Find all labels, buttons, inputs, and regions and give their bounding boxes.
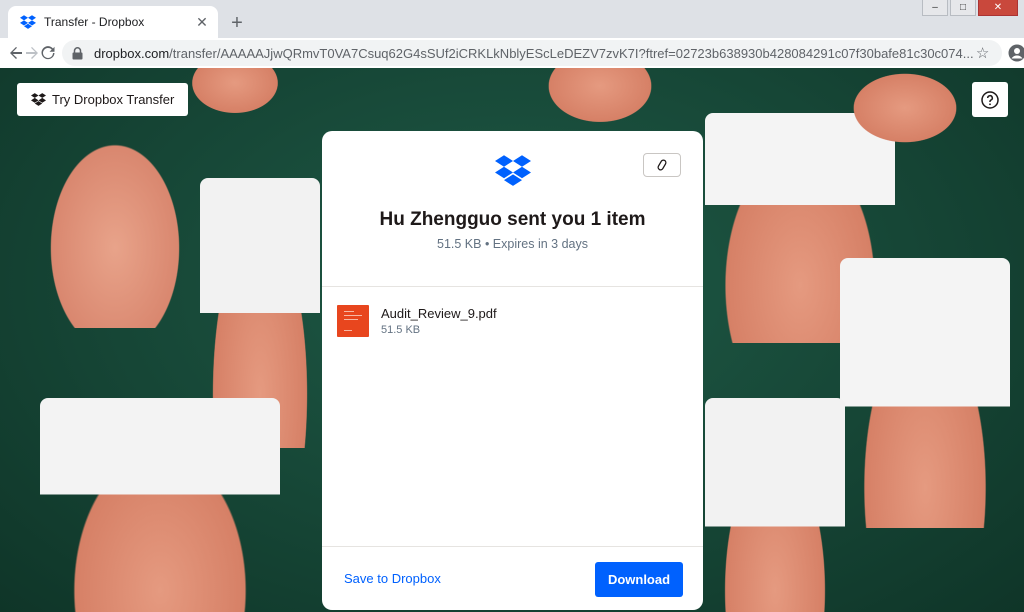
try-dropbox-transfer-button[interactable]: Try Dropbox Transfer <box>17 83 189 116</box>
help-button[interactable] <box>972 82 1008 117</box>
dropbox-logo-icon <box>495 155 531 187</box>
forward-icon[interactable] <box>24 39 40 67</box>
back-icon[interactable] <box>8 39 24 67</box>
background-illustration <box>840 258 1010 528</box>
download-button[interactable]: Download <box>595 562 683 597</box>
link-icon <box>656 159 668 171</box>
save-to-dropbox-link[interactable]: Save to Dropbox <box>344 571 441 586</box>
background-illustration <box>540 68 660 128</box>
address-bar[interactable]: dropbox.com/transfer/AAAAAJjwQRmvT0VA7Cs… <box>62 40 1002 66</box>
file-list-item[interactable]: Audit_Review_9.pdf 51.5 KB <box>337 303 687 339</box>
transfer-title: Hu Zhengguo sent you 1 item <box>379 209 646 230</box>
browser-titlebar: Transfer - Dropbox ✕ + – □ ✕ <box>0 0 1024 38</box>
file-info: Audit_Review_9.pdf 51.5 KB <box>381 306 497 336</box>
close-tab-icon[interactable]: ✕ <box>194 14 210 30</box>
background-illustration <box>185 68 285 118</box>
background-illustration <box>40 398 280 612</box>
transfer-page: Try Dropbox Transfer Hu Zhengguo sent yo… <box>0 68 1024 612</box>
dropbox-logo-icon <box>31 93 46 106</box>
file-size: 51.5 KB <box>381 324 421 336</box>
window-controls: – □ ✕ <box>922 0 1018 16</box>
lock-icon <box>72 46 86 60</box>
browser-tab[interactable]: Transfer - Dropbox ✕ <box>8 6 218 38</box>
url-text: dropbox.com/transfer/AAAAAJjwQRmvT0VA7Cs… <box>94 46 974 61</box>
maximize-icon[interactable]: □ <box>950 0 976 16</box>
copy-link-button[interactable] <box>643 153 681 177</box>
browser-toolbar: dropbox.com/transfer/AAAAAJjwQRmvT0VA7Cs… <box>0 38 1024 68</box>
background-illustration <box>705 398 845 612</box>
transfer-subtitle: 51.5 KB • Expires in 3 days <box>437 237 588 251</box>
bookmark-star-icon[interactable]: ☆ <box>974 44 992 62</box>
pdf-file-icon <box>337 305 369 337</box>
tab-title: Transfer - Dropbox <box>44 15 145 29</box>
reload-icon[interactable] <box>40 39 56 67</box>
profile-icon[interactable] <box>1008 39 1024 67</box>
background-illustration <box>40 128 190 328</box>
url-host: dropbox.com <box>94 45 170 61</box>
try-dropbox-transfer-label: Try Dropbox Transfer <box>52 92 175 107</box>
question-circle-icon <box>981 90 999 109</box>
url-path: /transfer/AAAAAJjwQRmvT0VA7Csuq62G4sSUf2… <box>169 45 974 61</box>
background-illustration <box>845 68 965 148</box>
new-tab-button[interactable]: + <box>224 10 250 36</box>
close-window-icon[interactable]: ✕ <box>978 0 1018 16</box>
divider <box>322 546 703 547</box>
minimize-icon[interactable]: – <box>922 0 948 16</box>
divider <box>322 286 703 287</box>
dropbox-favicon-icon <box>20 14 36 30</box>
transfer-card: Hu Zhengguo sent you 1 item 51.5 KB • Ex… <box>322 131 703 610</box>
file-name: Audit_Review_9.pdf <box>381 306 497 321</box>
